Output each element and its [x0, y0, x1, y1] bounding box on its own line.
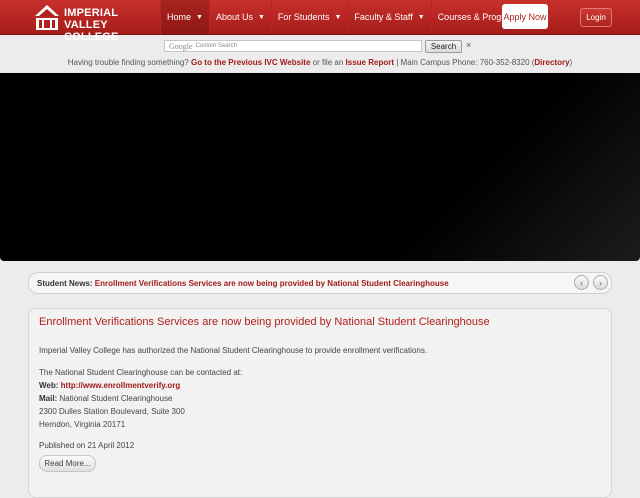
article-web-line: Web: http://www.enrollmentverify.org [39, 381, 180, 390]
published-date: Published on 21 April 2012 [39, 441, 135, 450]
ticker-next-button[interactable]: › [593, 275, 608, 290]
nav-students-label: For Students [277, 12, 330, 22]
mail-label: Mail: [39, 394, 58, 403]
enrollmentverify-link[interactable]: http://www.enrollmentverify.org [61, 381, 181, 390]
ivc-logo-icon [35, 5, 59, 30]
mail-line1: National Student Clearinghouse [59, 394, 173, 403]
nav-faculty-label: Faculty & Staff [354, 12, 413, 22]
article-intro: Imperial Valley College has authorized t… [39, 346, 428, 355]
google-logo: Google [169, 41, 193, 51]
nav-home[interactable]: Home ▼ [160, 0, 209, 34]
campus-phone: | Main Campus Phone: 760-352-8320 ( [394, 58, 535, 67]
nav-home-label: Home [167, 12, 192, 22]
help-line: Having trouble finding something? Go to … [0, 58, 640, 67]
main-nav: Home ▼ About Us ▼ For Students ▼ Faculty… [160, 0, 539, 34]
chevron-down-icon: ▼ [417, 13, 425, 21]
help-middle: or file an [310, 58, 346, 67]
top-nav-bar: Imperial Valley College Home ▼ About Us … [0, 0, 640, 43]
search-button[interactable]: Search [425, 40, 462, 53]
nav-faculty-staff[interactable]: Faculty & Staff ▼ [347, 0, 430, 34]
article-mail-line: Mail: National Student Clearinghouse [39, 394, 172, 403]
ticker-label: Student News: [37, 279, 93, 288]
college-logo[interactable]: Imperial Valley College [34, 4, 154, 43]
issue-report-link[interactable]: Issue Report [346, 58, 394, 67]
chevron-right-icon: › [599, 277, 602, 288]
directory-link[interactable]: Directory [534, 58, 569, 67]
hero-slideshow[interactable] [0, 73, 640, 261]
close-icon[interactable]: × [466, 40, 471, 50]
nav-for-students[interactable]: For Students ▼ [270, 0, 347, 34]
chevron-down-icon: ▼ [196, 13, 203, 21]
article-title[interactable]: Enrollment Verifications Services are no… [39, 316, 490, 328]
help-suffix: ) [569, 58, 573, 67]
ticker-headline-link[interactable]: Enrollment Verifications Services are no… [95, 279, 449, 288]
article-contact-intro: The National Student Clearinghouse can b… [39, 368, 243, 377]
logo-text: Imperial Valley College [64, 7, 154, 43]
previous-site-link[interactable]: Go to the Previous IVC Website [191, 58, 310, 67]
mail-line2: 2300 Dulles Station Boulevard, Suite 300 [39, 407, 185, 416]
nav-about-label: About Us [215, 12, 253, 22]
search-input[interactable]: Google Custom Search [164, 40, 422, 52]
news-ticker: Student News: Enrollment Verifications S… [28, 272, 612, 294]
web-label: Web: [39, 381, 59, 390]
chevron-left-icon: ‹ [580, 277, 583, 288]
mail-line3: Herndon, Virginia 20171 [39, 420, 126, 429]
search-placeholder: Custom Search [195, 43, 237, 49]
help-prefix: Having trouble finding something? [67, 58, 191, 67]
chevron-down-icon: ▼ [257, 13, 265, 21]
read-more-button[interactable]: Read More... [39, 455, 96, 472]
news-article: Enrollment Verifications Services are no… [28, 308, 612, 498]
login-button[interactable]: Login [580, 8, 612, 27]
chevron-down-icon: ▼ [334, 13, 342, 21]
apply-now-button[interactable]: Apply Now [502, 4, 548, 29]
search-bar: Google Custom Search Search × [0, 40, 640, 54]
ticker-prev-button[interactable]: ‹ [574, 275, 589, 290]
logo-line1: Imperial [64, 7, 119, 19]
ticker-text: Student News: Enrollment Verifications S… [37, 279, 449, 288]
nav-about-us[interactable]: About Us ▼ [208, 0, 271, 34]
